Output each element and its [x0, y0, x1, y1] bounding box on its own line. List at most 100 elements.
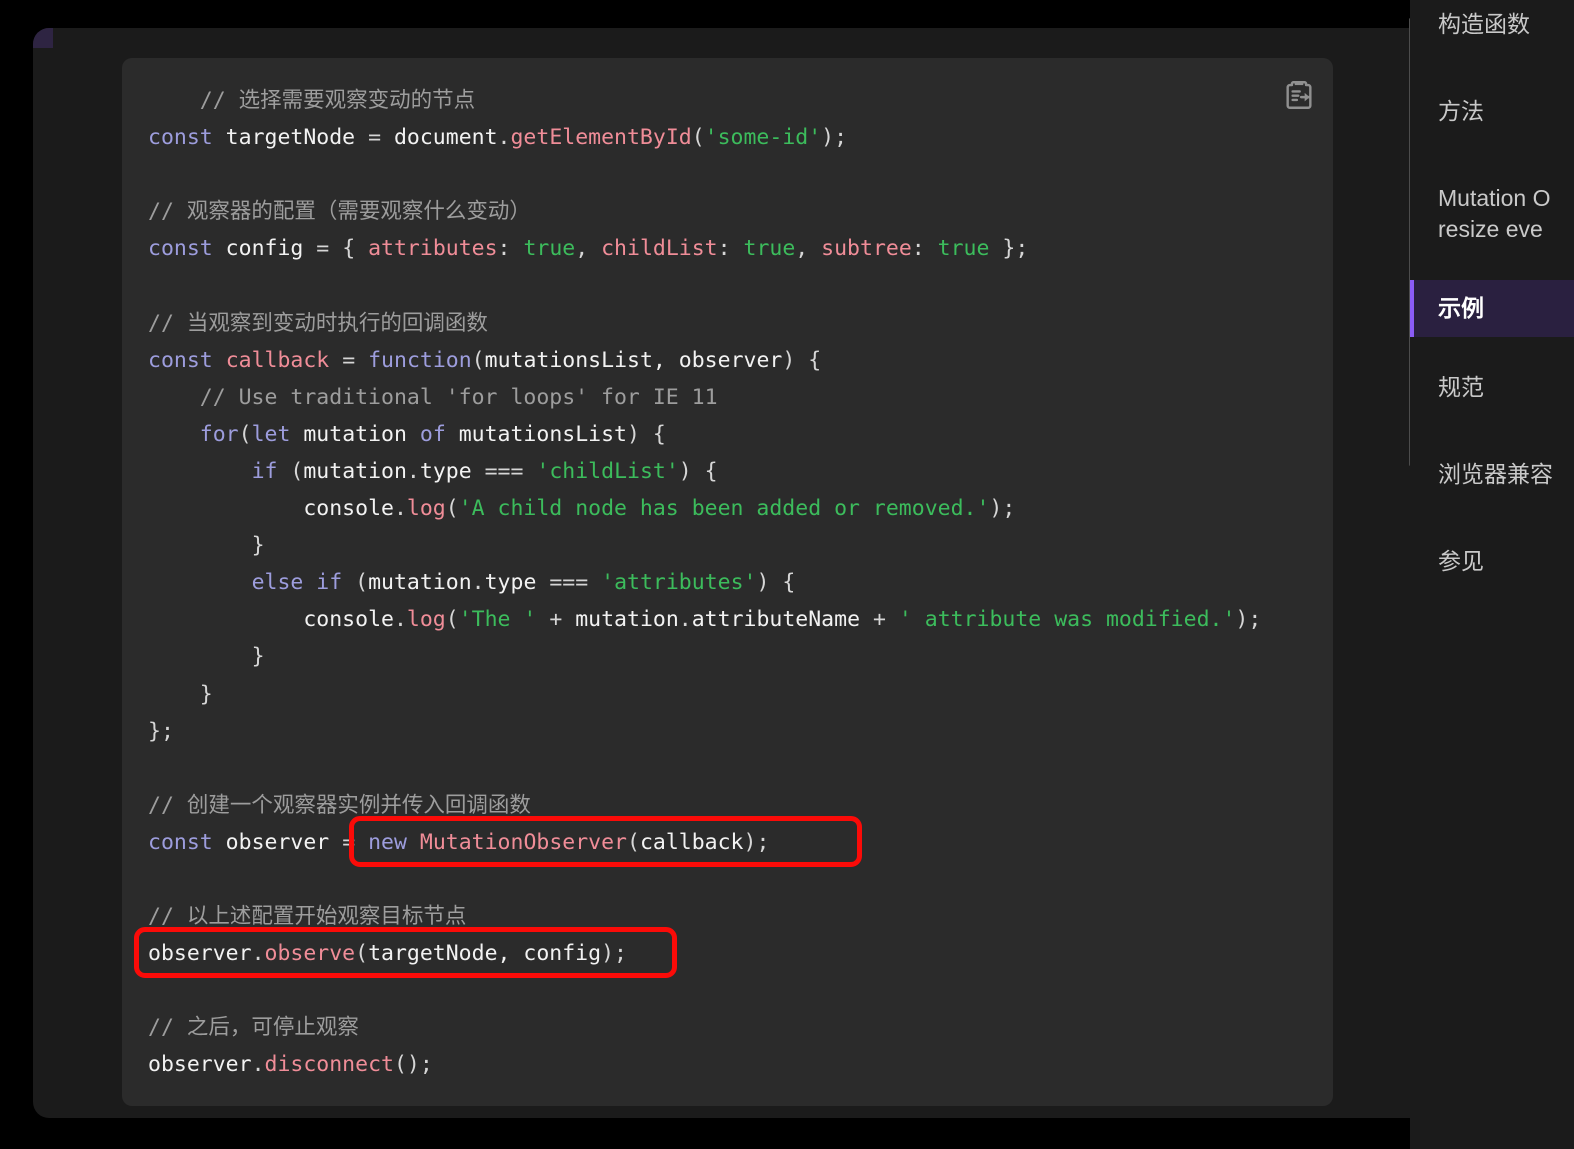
code-token: .: [393, 496, 407, 522]
code-token: else: [251, 570, 304, 596]
code-token: (: [471, 347, 485, 373]
toc-item-label: 浏览器兼容: [1438, 461, 1553, 487]
toc-item-examples[interactable]: 示例: [1410, 280, 1574, 337]
code-scroll-area[interactable]: // 选择需要观察变动的节点 const targetNode = docume…: [122, 58, 1333, 1106]
code-token: =: [342, 829, 356, 855]
code-token: }: [251, 644, 265, 670]
code-token: 'attributes': [601, 570, 757, 596]
code-token: type: [484, 570, 550, 596]
code-token: ) {: [782, 347, 822, 373]
toc-spacer: [1410, 503, 1574, 533]
code-block: // 选择需要观察变动的节点 const targetNode = docume…: [122, 58, 1333, 1106]
toc-item-methods[interactable]: 方法: [1410, 83, 1574, 140]
code-token: mutation: [368, 570, 472, 596]
table-of-contents: 构造函数 方法 Mutation O resize eve 示例 规范 浏览器兼…: [1410, 0, 1574, 1149]
code-token: (: [355, 941, 369, 967]
code-token: ) {: [626, 421, 666, 447]
code-token: targetNode, config: [368, 941, 602, 967]
code-token: disconnect: [264, 1052, 394, 1078]
code-token: (: [355, 570, 369, 596]
code-token: .: [393, 607, 407, 633]
code-token: const: [148, 829, 213, 855]
code-token: (: [445, 496, 459, 522]
code-token: // 观察器的配置（需要观察什么变动）: [148, 199, 531, 225]
code-token: .: [678, 607, 692, 633]
code-token: const: [148, 125, 213, 151]
code-token: // 以上述配置开始观察目标节点: [148, 904, 467, 930]
toc-item-specifications[interactable]: 规范: [1410, 359, 1574, 416]
code-token: ,: [795, 236, 822, 262]
code-token: if: [316, 570, 343, 596]
code-token: mutation: [290, 421, 420, 447]
screenshot-root: // 选择需要观察变动的节点 const targetNode = docume…: [0, 0, 1574, 1149]
code-token: ) {: [756, 570, 796, 596]
code-token: ' attribute was modified.': [898, 607, 1236, 633]
code-token: // 创建一个观察器实例并传入回调函数: [148, 792, 531, 818]
toc-item-mutation-observer-resize-event[interactable]: Mutation O resize eve: [1410, 170, 1574, 258]
code-token: // 当观察到变动时执行的回调函数: [148, 310, 488, 336]
toc-spacer: [1410, 337, 1574, 359]
code-token: config: [212, 236, 317, 262]
code-token: );: [989, 496, 1016, 522]
code-token: 'some-id': [704, 125, 822, 151]
code-token: function: [368, 347, 472, 373]
toc-spacer: [1410, 53, 1574, 83]
code-token: }: [199, 681, 213, 707]
code-token: mutation: [562, 607, 679, 633]
toc-spacer: [1410, 140, 1574, 170]
code-token: .: [497, 125, 511, 151]
code-token: ) {: [678, 458, 718, 484]
code-token: observer: [148, 1052, 252, 1078]
code-token: :: [717, 236, 744, 262]
toc-item-label: 规范: [1438, 374, 1484, 400]
code-token: .: [406, 458, 420, 484]
code-token: );: [821, 125, 848, 151]
code-token: =: [316, 236, 330, 262]
code-token: +: [549, 607, 563, 633]
code-token: // Use traditional 'for loops' for IE 11: [199, 384, 718, 410]
toc-item-see-also[interactable]: 参见: [1410, 533, 1574, 590]
code-token: type: [419, 458, 485, 484]
toc-item-browser-compatibility[interactable]: 浏览器兼容: [1410, 446, 1574, 503]
code-token: getElementById: [510, 125, 692, 151]
code-token: };: [148, 718, 174, 744]
code-token: observer: [212, 829, 343, 855]
code-token: .: [471, 570, 485, 596]
code-token: subtree: [821, 236, 912, 262]
code-token: );: [601, 941, 627, 967]
code-token: callback: [639, 829, 744, 855]
code-token: };: [989, 236, 1029, 262]
code-token: of: [419, 421, 446, 447]
toc-spacer: [1410, 416, 1574, 446]
clipboard-copy-icon[interactable]: [1282, 78, 1316, 112]
code-token: }: [251, 533, 265, 559]
code-token: (: [627, 829, 640, 855]
code-token: mutationsList: [445, 421, 627, 447]
code-token: for: [199, 421, 239, 447]
code-token: .: [251, 1052, 265, 1078]
code-token: attributes: [368, 236, 498, 262]
toc-spacer: [1410, 258, 1574, 280]
code-token: true: [937, 236, 990, 262]
code-token: if: [251, 458, 278, 484]
code-token: +: [872, 607, 886, 633]
code-token: true: [523, 236, 576, 262]
toc-item-label: 示例: [1438, 295, 1484, 321]
code-token: attributeName: [691, 607, 873, 633]
code-token: :: [497, 236, 524, 262]
code-token: log: [406, 496, 446, 522]
toc-item-constructor[interactable]: 构造函数: [1410, 0, 1574, 53]
code-token: (: [238, 421, 252, 447]
code-token: mutationsList, observer: [484, 347, 783, 373]
code-token: (: [290, 458, 304, 484]
